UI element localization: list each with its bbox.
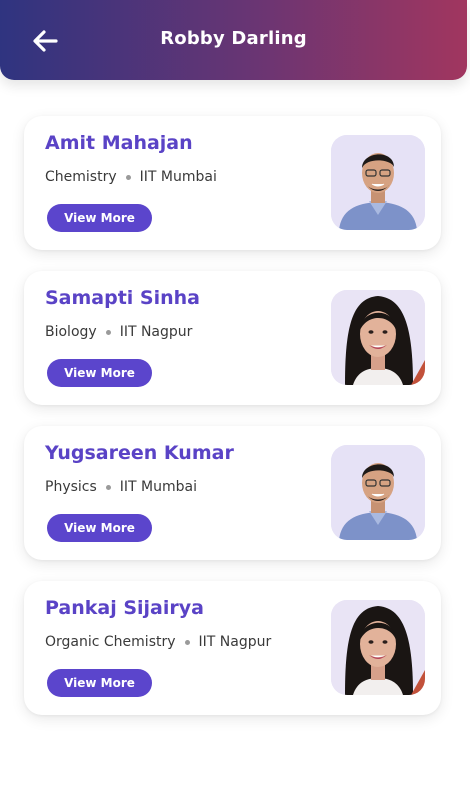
teacher-card: Pankaj Sijairya Organic Chemistry IIT Na… — [24, 581, 441, 715]
teacher-card: Yugsareen Kumar Physics IIT Mumbai View … — [24, 426, 441, 560]
teacher-card: Samapti Sinha Biology IIT Nagpur View Mo… — [24, 271, 441, 405]
teacher-name: Samapti Sinha — [45, 287, 201, 309]
page-title: Robby Darling — [160, 28, 307, 49]
view-more-button[interactable]: View More — [47, 359, 152, 387]
teacher-avatar — [331, 135, 425, 230]
view-more-button[interactable]: View More — [47, 514, 152, 542]
teacher-meta: Biology IIT Nagpur — [45, 324, 192, 340]
teacher-avatar — [331, 445, 425, 540]
teacher-name: Yugsareen Kumar — [45, 442, 234, 464]
teacher-institute: IIT Nagpur — [198, 634, 272, 650]
teacher-subject: Biology — [45, 324, 97, 340]
view-more-button[interactable]: View More — [47, 204, 152, 232]
teacher-avatar — [331, 290, 425, 385]
teacher-card: Amit Mahajan Chemistry IIT Mumbai View M… — [24, 116, 441, 250]
teacher-avatar — [331, 600, 425, 695]
view-more-button[interactable]: View More — [47, 669, 152, 697]
teacher-meta: Chemistry IIT Mumbai — [45, 169, 217, 185]
top-app-bar: Robby Darling — [0, 0, 467, 80]
teacher-name: Pankaj Sijairya — [45, 597, 204, 619]
separator-dot — [184, 639, 190, 645]
teacher-subject: Organic Chemistry — [45, 634, 176, 650]
teacher-institute: IIT Mumbai — [139, 169, 217, 185]
teacher-institute: IIT Nagpur — [119, 324, 193, 340]
teacher-name: Amit Mahajan — [45, 132, 193, 154]
teacher-meta: Physics IIT Mumbai — [45, 479, 197, 495]
teacher-list: Amit Mahajan Chemistry IIT Mumbai View M… — [24, 116, 441, 736]
teacher-subject: Physics — [45, 479, 97, 495]
separator-dot — [105, 484, 111, 490]
separator-dot — [105, 329, 111, 335]
teacher-subject: Chemistry — [45, 169, 117, 185]
teacher-meta: Organic Chemistry IIT Nagpur — [45, 634, 271, 650]
teacher-institute: IIT Mumbai — [119, 479, 197, 495]
app-screen: Robby Darling Amit Mahajan Chemistry IIT… — [0, 0, 470, 811]
separator-dot — [125, 174, 131, 180]
